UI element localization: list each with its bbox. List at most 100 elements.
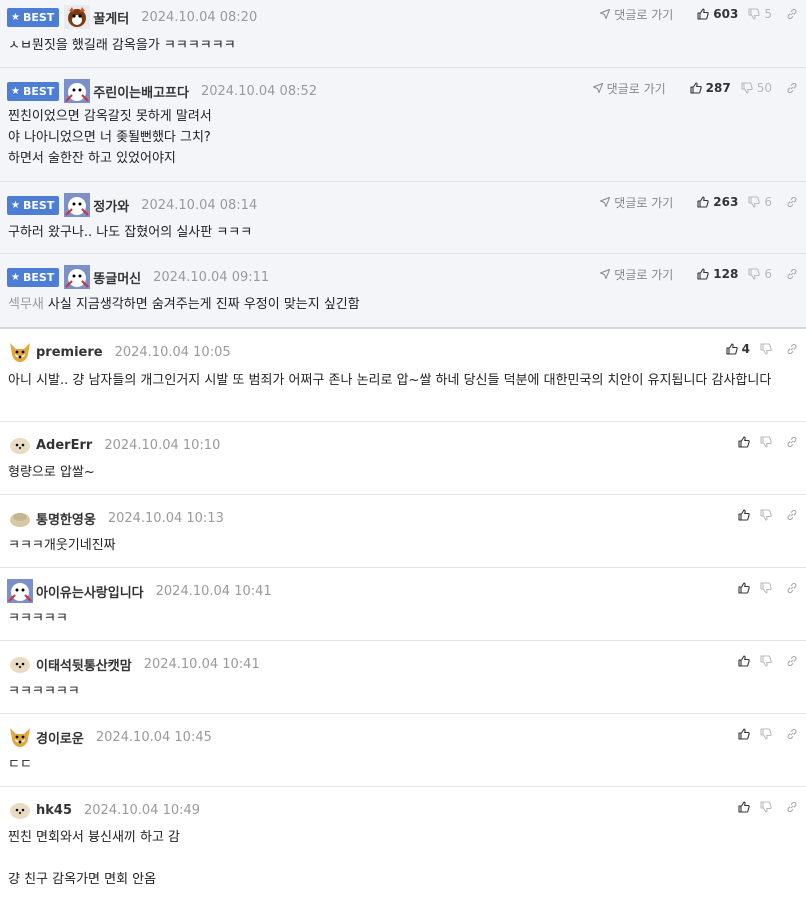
like-button[interactable] <box>738 801 750 813</box>
nickname[interactable]: 정가와 <box>93 196 129 215</box>
goto-comment-button[interactable]: 댓글로 가기 <box>600 6 673 23</box>
avatar[interactable] <box>7 652 33 676</box>
nickname[interactable]: 통명한영웅 <box>36 509 96 528</box>
goto-comment-button[interactable]: 댓글로 가기 <box>600 194 673 211</box>
comment-text: 찐친 면회와서 븅신새끼 하고 감 <box>8 830 181 845</box>
best-comment: ★ BEST 주린이는배고프다 2024.10.04 08:52 댓글로 가기 2… <box>0 68 806 182</box>
share-link-button[interactable] <box>786 509 798 521</box>
thumbs-up-icon <box>690 82 702 94</box>
comment-text: 야 나아니었으면 너 좆될뻔했다 그치? <box>8 130 211 145</box>
nickname[interactable]: hk45 <box>36 803 72 818</box>
share-link-button[interactable] <box>786 801 798 813</box>
navigate-arrow-icon <box>600 197 611 207</box>
comment-date: 2024.10.04 09:11 <box>153 269 270 285</box>
like-button[interactable] <box>738 509 750 521</box>
avatar[interactable] <box>7 579 33 603</box>
comment: 경이로운 2024.10.04 10:45 ㄷㄷ <box>0 714 806 787</box>
dislike-count: 50 <box>756 81 772 95</box>
thumbs-up-icon <box>697 8 710 20</box>
nickname[interactable]: 이태석뒷통산캣맘 <box>36 655 132 674</box>
avatar[interactable] <box>7 506 33 530</box>
like-button[interactable] <box>738 582 750 594</box>
avatar[interactable] <box>7 798 33 822</box>
thumbs-down-icon <box>760 655 772 667</box>
link-icon <box>787 582 797 594</box>
goto-comment-button[interactable]: 댓글로 가기 <box>592 80 666 97</box>
like-button[interactable]: 263 <box>697 195 738 209</box>
star-icon: ★ <box>11 11 20 23</box>
dislike-button[interactable] <box>760 582 772 594</box>
nickname[interactable]: AderErr <box>36 438 92 453</box>
thumbs-down-icon <box>760 801 772 813</box>
comment-text: 찐친이었으면 감옥갈짓 못하게 말려서 <box>8 109 212 124</box>
nickname[interactable]: 꿀게터 <box>93 8 129 27</box>
comment-date: 2024.10.04 10:41 <box>143 656 260 672</box>
comment-date: 2024.10.04 08:20 <box>141 9 258 25</box>
dislike-button[interactable] <box>760 801 772 813</box>
comment-date: 2024.10.04 10:10 <box>104 437 221 453</box>
like-button[interactable]: 128 <box>697 267 738 281</box>
dislike-button[interactable] <box>760 728 772 740</box>
link-icon <box>787 436 797 448</box>
share-link-button[interactable] <box>786 436 798 448</box>
share-link-button[interactable] <box>786 82 798 94</box>
share-link-button[interactable] <box>786 343 798 355</box>
thumbs-down-icon <box>748 268 761 280</box>
reply-target-nickname[interactable]: 섹무새 <box>8 297 44 312</box>
dislike-button[interactable] <box>760 436 772 448</box>
avatar[interactable] <box>64 5 91 29</box>
share-link-button[interactable] <box>786 582 798 594</box>
like-count: 128 <box>713 267 739 281</box>
dislike-button[interactable]: 6 <box>748 267 772 281</box>
comment: 이태석뒷통산캣맘 2024.10.04 10:41 ㅋㅋㅋㅋㅋㅋ <box>0 641 806 714</box>
like-count: 263 <box>713 195 739 209</box>
nickname[interactable]: 아이유는사랑입니다 <box>36 582 144 601</box>
avatar[interactable] <box>64 265 91 289</box>
dislike-button[interactable]: 50 <box>741 81 772 95</box>
nickname[interactable]: 경이로운 <box>36 728 84 747</box>
share-link-button[interactable] <box>786 655 798 667</box>
dislike-button[interactable] <box>760 343 772 355</box>
avatar[interactable] <box>7 340 33 364</box>
comment: 통명한영웅 2024.10.04 10:13 ㅋㅋㅋ개웃기네진짜 <box>0 495 806 568</box>
thumbs-up-icon <box>738 509 750 521</box>
comment-text: ㄷㄷ <box>8 757 32 772</box>
star-icon: ★ <box>11 271 20 283</box>
dislike-button[interactable] <box>760 509 772 521</box>
nickname[interactable]: 주린이는배고프다 <box>93 82 189 101</box>
like-count: 287 <box>705 81 731 95</box>
comment-date: 2024.10.04 10:49 <box>84 802 201 818</box>
thumbs-down-icon <box>760 436 772 448</box>
like-button[interactable]: 4 <box>726 342 750 356</box>
nickname[interactable]: 똥글머신 <box>93 268 141 287</box>
nickname[interactable]: premiere <box>36 345 103 360</box>
comment: premiere 2024.10.04 10:05 4 아니 시발.. 걍 남자… <box>0 329 806 422</box>
share-link-button[interactable] <box>786 196 798 208</box>
like-button[interactable] <box>738 436 750 448</box>
dislike-button[interactable]: 6 <box>748 195 772 209</box>
thumbs-up-icon <box>738 436 750 448</box>
avatar[interactable] <box>7 725 33 749</box>
link-icon <box>787 801 797 813</box>
thumbs-down-icon <box>760 343 772 355</box>
comment-list: ★ BEST 꿀게터 2024.10.04 08:20 댓글로 가기 603 5 … <box>0 0 806 899</box>
thumbs-down-icon <box>760 728 772 740</box>
like-button[interactable]: 287 <box>690 81 731 95</box>
like-button[interactable]: 603 <box>697 7 738 21</box>
share-link-button[interactable] <box>786 728 798 740</box>
share-link-button[interactable] <box>786 268 798 280</box>
navigate-arrow-icon <box>600 269 611 279</box>
star-icon: ★ <box>11 199 20 211</box>
avatar[interactable] <box>64 193 91 217</box>
dislike-button[interactable] <box>760 655 772 667</box>
navigate-arrow-icon <box>600 9 611 19</box>
goto-comment-button[interactable]: 댓글로 가기 <box>600 266 673 283</box>
like-button[interactable] <box>738 728 750 740</box>
link-icon <box>787 82 797 94</box>
dislike-button[interactable]: 5 <box>748 7 772 21</box>
share-link-button[interactable] <box>786 8 798 20</box>
avatar[interactable] <box>64 79 91 103</box>
like-button[interactable] <box>738 655 750 667</box>
avatar[interactable] <box>7 433 33 457</box>
best-comment: ★ BEST 정가와 2024.10.04 08:14 댓글로 가기 263 6 … <box>0 182 806 254</box>
